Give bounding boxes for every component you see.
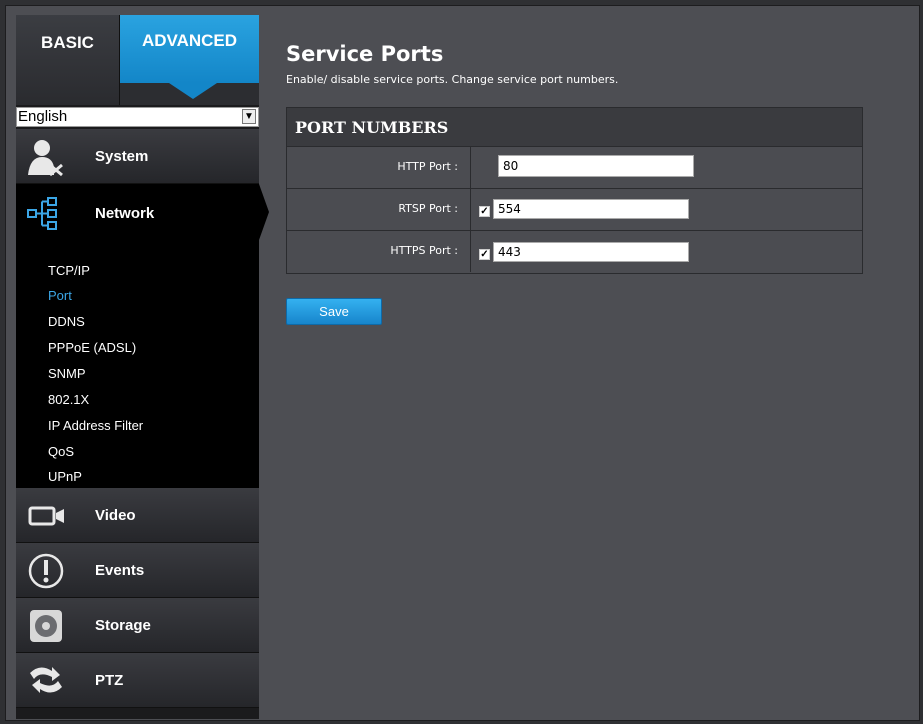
page-subtitle: Enable/ disable service ports. Change se…	[286, 73, 619, 86]
submenu-item-upnp[interactable]: UPnP	[48, 469, 82, 484]
rtsp-port-input[interactable]	[493, 199, 689, 219]
menu-item-network[interactable]: Network	[16, 184, 259, 243]
video-camera-icon	[28, 506, 64, 526]
mode-tabs: BASIC ADVANCED	[16, 15, 259, 105]
network-submenu: TCP/IP Port DDNS PPPoE (ADSL) SNMP 802.1…	[16, 243, 259, 488]
https-port-input[interactable]	[493, 242, 689, 262]
sidebar: BASIC ADVANCED English ▼ System Network …	[16, 15, 259, 719]
https-enable-checkbox[interactable]: ✓	[479, 249, 490, 260]
https-port-label: HTTPS Port :	[287, 231, 471, 272]
menu-item-video-label: Video	[95, 507, 136, 524]
storage-disk-icon	[30, 610, 62, 642]
menu-item-system-label: System	[95, 148, 149, 165]
network-tree-icon	[27, 197, 57, 230]
submenu-item-tcpip[interactable]: TCP/IP	[48, 263, 90, 278]
rtsp-port-label: RTSP Port :	[287, 189, 471, 230]
save-button[interactable]: Save	[286, 298, 382, 325]
submenu-item-snmp[interactable]: SNMP	[48, 366, 86, 381]
submenu-item-8021x[interactable]: 802.1X	[48, 392, 89, 407]
submenu-item-ddns[interactable]: DDNS	[48, 314, 85, 329]
system-user-icon	[28, 140, 63, 177]
menu-item-storage[interactable]: Storage	[16, 598, 259, 653]
https-port-row: HTTPS Port : ✓	[287, 230, 862, 272]
tab-advanced[interactable]: ADVANCED	[120, 15, 259, 83]
menu-item-events[interactable]: Events	[16, 543, 259, 598]
chevron-down-icon[interactable]: ▼	[242, 109, 256, 124]
rtsp-port-row: RTSP Port : ✓	[287, 188, 862, 230]
rtsp-enable-checkbox[interactable]: ✓	[479, 206, 490, 217]
ptz-arrows-icon	[30, 667, 62, 693]
tab-advanced-pointer	[169, 83, 217, 99]
http-port-input[interactable]	[498, 155, 694, 177]
menu-item-video[interactable]: Video	[16, 488, 259, 543]
menu-item-ptz[interactable]: PTZ	[16, 653, 259, 708]
panel-heading: PORT NUMBERS	[287, 108, 862, 146]
menu-item-network-label: Network	[95, 205, 155, 222]
menu-item-storage-label: Storage	[95, 617, 151, 634]
page-title: Service Ports	[286, 42, 444, 66]
alert-icon	[28, 553, 64, 589]
menu-item-events-label: Events	[95, 562, 145, 579]
active-menu-pointer	[259, 184, 269, 240]
http-port-row: HTTP Port :	[287, 146, 862, 188]
language-select-value: English	[18, 108, 68, 125]
port-numbers-panel: PORT NUMBERS HTTP Port : RTSP Port : ✓ H…	[286, 107, 863, 274]
tab-basic[interactable]: BASIC	[16, 15, 120, 105]
menu-item-ptz-label: PTZ	[95, 672, 124, 689]
menu-item-system[interactable]: System	[16, 129, 259, 184]
submenu-item-ip-address-filter[interactable]: IP Address Filter	[48, 418, 143, 433]
submenu-item-pppoe[interactable]: PPPoE (ADSL)	[48, 340, 136, 355]
language-select[interactable]: English ▼	[16, 107, 259, 127]
submenu-item-qos[interactable]: QoS	[48, 444, 74, 459]
http-port-label: HTTP Port :	[287, 147, 471, 188]
submenu-item-port[interactable]: Port	[48, 288, 72, 303]
